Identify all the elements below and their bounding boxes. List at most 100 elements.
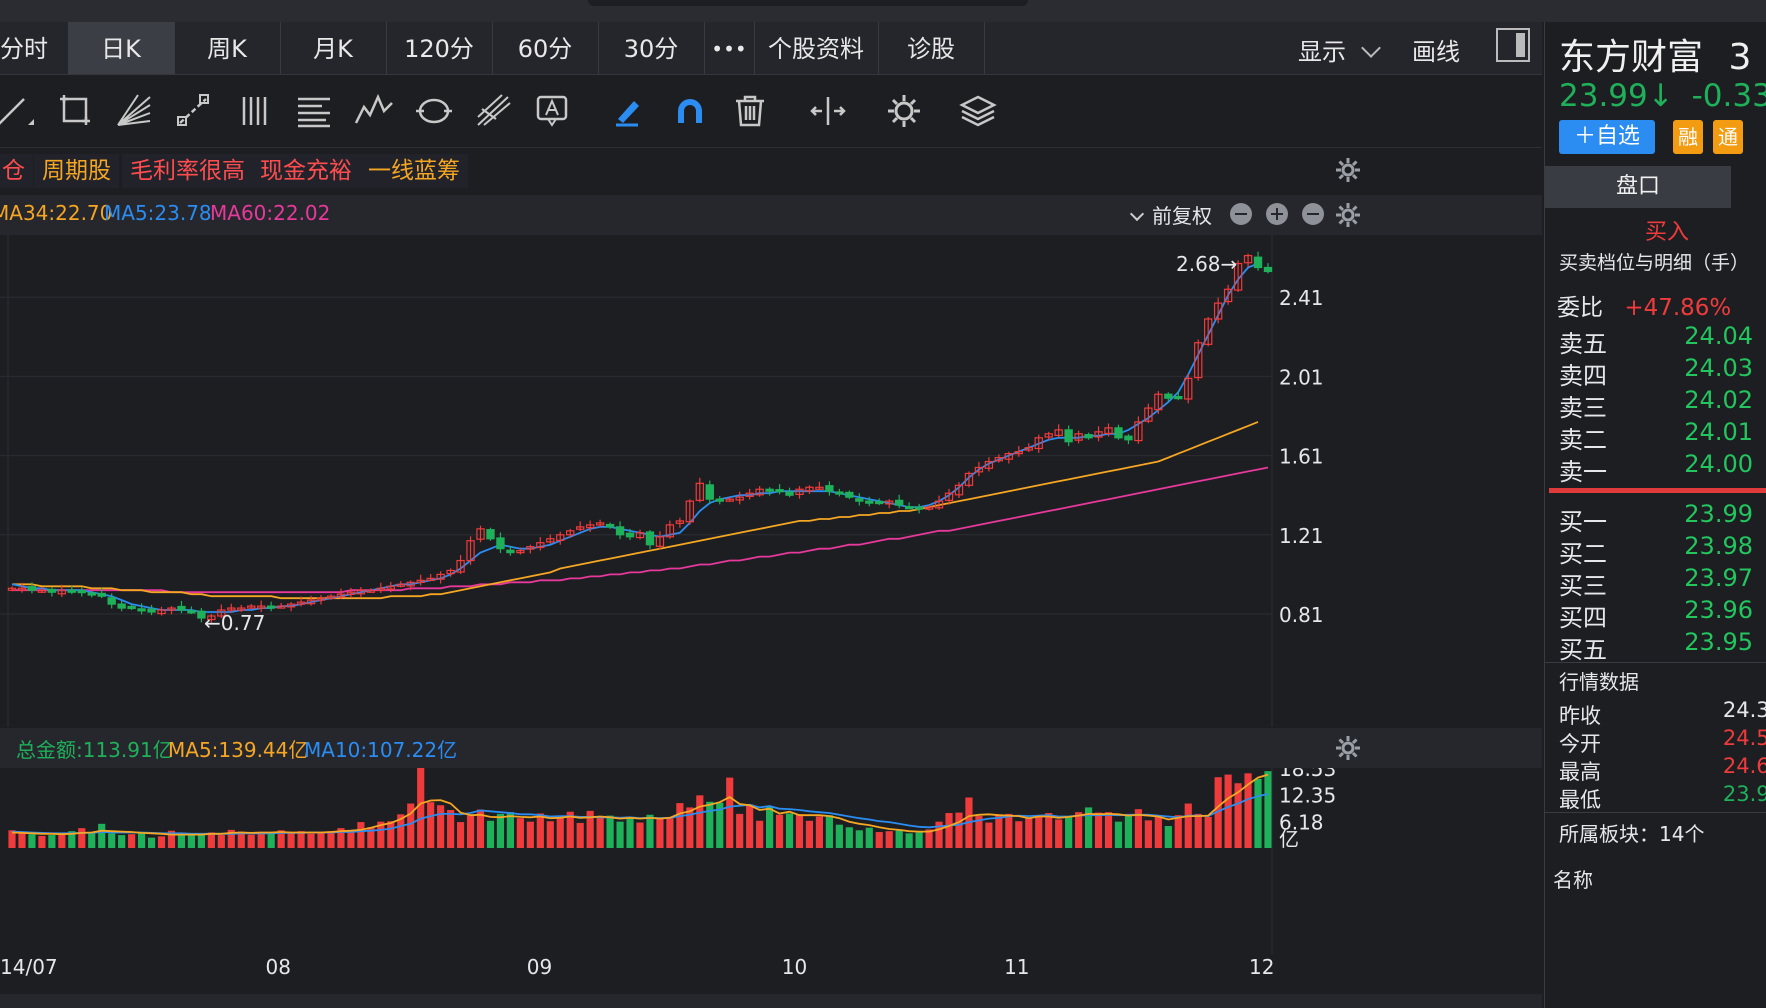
bid-row[interactable]: 买一 23.99 xyxy=(1545,498,1766,536)
buy-button[interactable]: 买入 xyxy=(1645,214,1689,246)
wave-tool-icon[interactable] xyxy=(352,89,396,133)
quote-panel: 东方财富 3 23.99↓ -0.33 ＋自选 融 通 盘口 买入 买卖档位与明… xyxy=(1544,22,1766,1008)
cycle-tool-icon[interactable] xyxy=(412,89,456,133)
zoom-out-icon[interactable] xyxy=(1302,203,1324,225)
bid-row[interactable]: 买四 23.96 xyxy=(1545,594,1766,632)
tab-120min[interactable]: 120分 xyxy=(386,22,493,74)
ask-row[interactable]: 卖一 24.00 xyxy=(1545,448,1766,486)
sector-link[interactable]: 所属板块：14个 xyxy=(1559,818,1704,847)
price-tick-label: 0.81 xyxy=(1279,603,1324,627)
line-tool-icon[interactable] xyxy=(0,89,38,133)
vlines-tool-icon[interactable] xyxy=(234,89,278,133)
candle-body xyxy=(615,526,625,536)
candle-body xyxy=(506,549,515,554)
adjust-dropdown[interactable]: 前复权 xyxy=(1129,200,1212,229)
tab-more[interactable]: ••• xyxy=(704,22,755,74)
settings-icon[interactable] xyxy=(882,89,926,133)
candle-body xyxy=(47,588,57,593)
measure-icon[interactable] xyxy=(806,89,850,133)
candle-body xyxy=(625,532,635,538)
tag-item[interactable]: 仓 xyxy=(0,154,33,188)
volume-bar xyxy=(147,837,156,848)
connect-badge: 通 xyxy=(1713,120,1743,154)
volume-bar xyxy=(785,813,794,848)
volume-bar xyxy=(88,832,96,848)
ma60-label: MA60:22.02 xyxy=(210,201,331,225)
tab-order-book[interactable]: 盘口 xyxy=(1545,166,1731,208)
volume-bar xyxy=(447,810,455,848)
volume-bar xyxy=(496,813,505,848)
candle-body xyxy=(865,500,874,504)
tab-stock-profile[interactable]: 个股资料 xyxy=(754,22,879,74)
ask-row[interactable]: 卖四 24.03 xyxy=(1545,352,1766,390)
bottom-scroll-strip[interactable] xyxy=(0,994,1542,1008)
low-annotation: ←0.77 xyxy=(204,611,265,635)
gear-icon[interactable] xyxy=(1334,201,1362,233)
volume-bar xyxy=(516,818,524,848)
gear-icon[interactable] xyxy=(1334,156,1362,188)
price-row: 23.99↓ -0.33 xyxy=(1559,78,1766,114)
ask-row[interactable]: 卖二 24.01 xyxy=(1545,416,1766,454)
candle-body xyxy=(855,498,864,502)
tab-monthly-k[interactable]: 月K xyxy=(280,22,387,74)
tab-intraday[interactable]: 分时 xyxy=(0,22,69,74)
tab-weekly-k[interactable]: 周K xyxy=(174,22,281,74)
volume-bar xyxy=(317,832,325,848)
date-tick-label: 09 xyxy=(527,955,552,979)
ask-row[interactable]: 卖三 24.02 xyxy=(1545,384,1766,422)
trash-icon[interactable] xyxy=(728,89,772,133)
volume-bar xyxy=(1075,812,1083,848)
volume-tick-label: 亿 xyxy=(1279,827,1299,851)
pitchfork-tool-icon[interactable] xyxy=(472,89,516,133)
tab-daily-k[interactable]: 日K xyxy=(68,22,175,74)
ask-row[interactable]: 卖五 24.04 xyxy=(1545,320,1766,358)
volume-bar xyxy=(427,802,435,848)
volume-bar xyxy=(905,833,913,848)
zoom-in-icon[interactable] xyxy=(1266,203,1288,225)
gear-icon[interactable] xyxy=(1334,734,1362,766)
bid-row[interactable]: 买二 23.98 xyxy=(1545,530,1766,568)
volume-bar xyxy=(1194,813,1202,848)
rect-tool-icon[interactable] xyxy=(54,89,98,133)
volume-bar xyxy=(1254,778,1262,848)
candle-body xyxy=(496,537,505,550)
candle-body xyxy=(77,590,86,594)
segment-tool-icon[interactable] xyxy=(172,89,216,133)
volume-bar xyxy=(157,836,166,848)
display-dropdown[interactable]: 显示 xyxy=(1298,32,1381,67)
add-watchlist-button[interactable]: ＋自选 xyxy=(1559,120,1655,154)
bid-row[interactable]: 买五 23.95 xyxy=(1545,626,1766,664)
layers-icon[interactable] xyxy=(956,89,1000,133)
bid-row[interactable]: 买三 23.97 xyxy=(1545,562,1766,600)
candle-body xyxy=(117,603,126,609)
volume-chart[interactable]: 18.5312.356.18亿 xyxy=(0,768,1542,954)
tab-diagnosis[interactable]: 诊股 xyxy=(878,22,985,74)
volume-total-label: 总金额:113.91亿 xyxy=(16,738,173,762)
magnet-tool-icon[interactable] xyxy=(668,89,712,133)
text-tool-icon[interactable] xyxy=(532,89,576,133)
price-chart[interactable]: 2.812.412.011.611.210.81 2.68→ ←0.77 xyxy=(0,235,1542,727)
candle-body xyxy=(785,491,794,496)
fib-tool-icon[interactable] xyxy=(292,89,336,133)
volume-bar xyxy=(885,831,893,848)
panel-toggle-icon[interactable] xyxy=(1496,28,1530,62)
draw-line-button[interactable]: 画线 xyxy=(1412,32,1460,67)
tag-item[interactable]: 一线蓝筹 xyxy=(360,154,468,188)
fan-tool-icon[interactable] xyxy=(112,89,156,133)
candle-body xyxy=(645,531,655,546)
window-handle xyxy=(588,0,1028,6)
tab-30min[interactable]: 30分 xyxy=(598,22,705,74)
tag-item[interactable]: 现金充裕 xyxy=(252,154,360,188)
volume-bar xyxy=(128,834,136,848)
tag-item[interactable]: 毛利率很高 xyxy=(122,154,253,188)
order-ratio-value: +47.86% xyxy=(1624,295,1732,321)
brush-tool-icon[interactable] xyxy=(606,89,650,133)
tab-60min[interactable]: 60分 xyxy=(492,22,599,74)
candle-body xyxy=(605,523,615,528)
margin-badge: 融 xyxy=(1673,120,1703,154)
minus-circle-icon[interactable] xyxy=(1230,203,1252,225)
adjust-label: 前复权 xyxy=(1152,204,1212,228)
date-tick-label: 12 xyxy=(1249,955,1274,979)
volume-bar xyxy=(48,835,56,848)
tag-item[interactable]: 周期股 xyxy=(34,154,119,188)
